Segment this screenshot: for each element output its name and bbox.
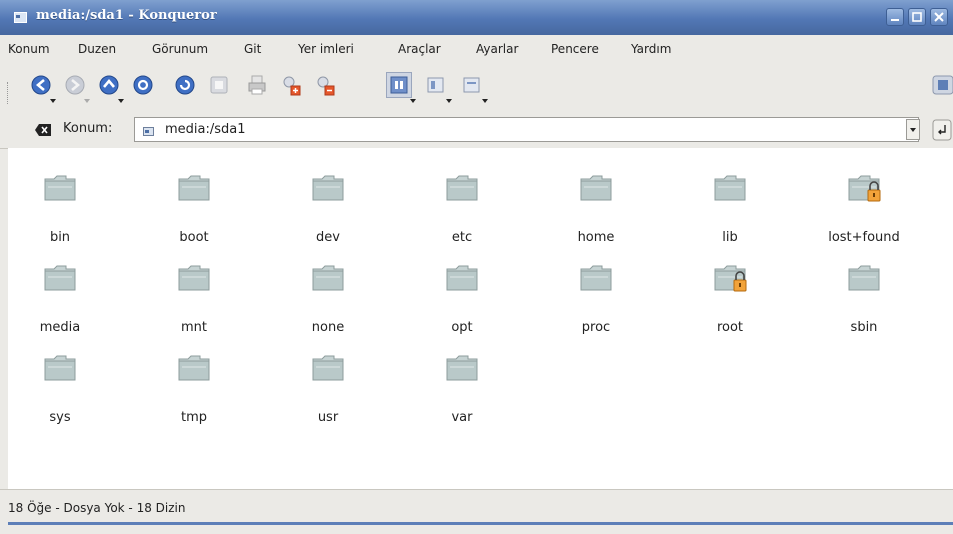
menu-bar: Konum Duzen Görunum Git Yer imleri Araçl…	[0, 35, 953, 62]
zoom-out-icon[interactable]	[312, 72, 338, 98]
folder-icon	[312, 263, 344, 291]
menu-konum[interactable]: Konum	[8, 42, 50, 56]
folder-icon	[178, 173, 210, 201]
menu-yer-imleri[interactable]: Yer imleri	[298, 42, 354, 56]
location-history-dropdown[interactable]	[906, 119, 920, 140]
status-text: 18 Öğe - Dosya Yok - 18 Dizin	[8, 501, 186, 515]
zoom-in-icon[interactable]	[278, 72, 304, 98]
locked-folder-icon	[848, 173, 881, 202]
folder-icon	[848, 263, 880, 291]
folder-name: sbin	[850, 320, 878, 335]
folder-item[interactable]: sys	[0, 328, 120, 425]
menu-git[interactable]: Git	[244, 42, 261, 56]
folder-icon	[178, 263, 210, 291]
folder-item[interactable]: home	[536, 148, 656, 245]
title-bar[interactable]: media:/sda1 - Konqueror	[0, 0, 953, 35]
folder-item[interactable]: mnt	[134, 238, 254, 335]
toolbar-grip[interactable]	[7, 82, 10, 104]
maximize-button[interactable]	[908, 8, 926, 26]
folder-name: proc	[581, 320, 611, 335]
folder-name: var	[451, 410, 473, 425]
app-icon[interactable]	[14, 12, 27, 23]
activity-throbber-icon	[930, 72, 953, 98]
back-arrow-icon[interactable]	[28, 72, 54, 98]
folder-icon	[312, 173, 344, 201]
menu-duzen[interactable]: Duzen	[78, 42, 116, 56]
folder-item[interactable]: lost+found	[804, 148, 924, 245]
folder-item[interactable]: var	[402, 328, 522, 425]
file-icon-view[interactable]: bin boot dev etc home lib lost+found media mnt no…	[8, 148, 953, 489]
menu-yardim[interactable]: Yardım	[631, 42, 671, 56]
folder-name: sys	[49, 410, 71, 425]
folder-icon	[580, 173, 612, 201]
folder-icon	[44, 263, 76, 291]
status-bar: 18 Öğe - Dosya Yok - 18 Dizin	[0, 489, 953, 534]
location-label: Konum:	[63, 121, 113, 136]
drive-icon	[143, 125, 154, 136]
location-input[interactable]: media:/sda1	[134, 117, 919, 142]
folder-icon	[446, 263, 478, 291]
icon-view-dropdown-arrow[interactable]	[410, 99, 416, 103]
up-dropdown-arrow[interactable]	[118, 99, 124, 103]
print-icon[interactable]	[244, 72, 270, 98]
up-arrow-icon[interactable]	[96, 72, 122, 98]
forward-arrow-icon[interactable]	[62, 72, 88, 98]
folder-icon	[312, 353, 344, 381]
text-view-icon[interactable]	[458, 72, 484, 98]
home-icon[interactable]	[130, 72, 156, 98]
folder-name: usr	[317, 410, 339, 425]
konqueror-window: media:/sda1 - Konqueror Konum Duzen Göru…	[0, 0, 953, 534]
text-view-dropdown-arrow[interactable]	[482, 99, 488, 103]
folder-name: tmp	[180, 410, 207, 425]
locked-folder-icon	[714, 263, 747, 292]
stop-icon[interactable]	[206, 72, 232, 98]
folder-icon	[44, 353, 76, 381]
folder-item[interactable]: sbin	[804, 238, 924, 335]
clear-location-icon[interactable]	[35, 124, 51, 136]
icon-view-icon[interactable]	[386, 72, 412, 98]
folder-icon	[446, 353, 478, 381]
folder-name: root	[716, 320, 744, 335]
detail-view-icon[interactable]	[422, 72, 448, 98]
folder-item[interactable]: tmp	[134, 328, 254, 425]
folder-item[interactable]: etc	[402, 148, 522, 245]
folder-item[interactable]: lib	[670, 148, 790, 245]
folder-item[interactable]: boot	[134, 148, 254, 245]
folder-icon	[580, 263, 612, 291]
folder-item[interactable]: root	[670, 238, 790, 335]
folder-icon	[44, 173, 76, 201]
close-button[interactable]	[930, 8, 948, 26]
menu-ayarlar[interactable]: Ayarlar	[476, 42, 518, 56]
detail-view-dropdown-arrow[interactable]	[446, 99, 452, 103]
folder-icon	[714, 173, 746, 201]
menu-araclar[interactable]: Araçlar	[398, 42, 441, 56]
status-bottom-border	[8, 522, 953, 525]
back-dropdown-arrow[interactable]	[50, 99, 56, 103]
location-value: media:/sda1	[165, 122, 246, 137]
minimize-button[interactable]	[886, 8, 904, 26]
folder-item[interactable]: bin	[0, 148, 120, 245]
go-button[interactable]	[931, 118, 953, 142]
reload-icon[interactable]	[172, 72, 198, 98]
folder-item[interactable]: none	[268, 238, 388, 335]
folder-item[interactable]: media	[0, 238, 120, 335]
forward-dropdown-arrow[interactable]	[84, 99, 90, 103]
window-title: media:/sda1 - Konqueror	[36, 8, 217, 23]
folder-item[interactable]: proc	[536, 238, 656, 335]
folder-icon	[446, 173, 478, 201]
folder-icon	[178, 353, 210, 381]
folder-item[interactable]: dev	[268, 148, 388, 245]
menu-pencere[interactable]: Pencere	[551, 42, 599, 56]
menu-gorunum[interactable]: Görunum	[152, 42, 208, 56]
folder-item[interactable]: opt	[402, 238, 522, 335]
folder-item[interactable]: usr	[268, 328, 388, 425]
